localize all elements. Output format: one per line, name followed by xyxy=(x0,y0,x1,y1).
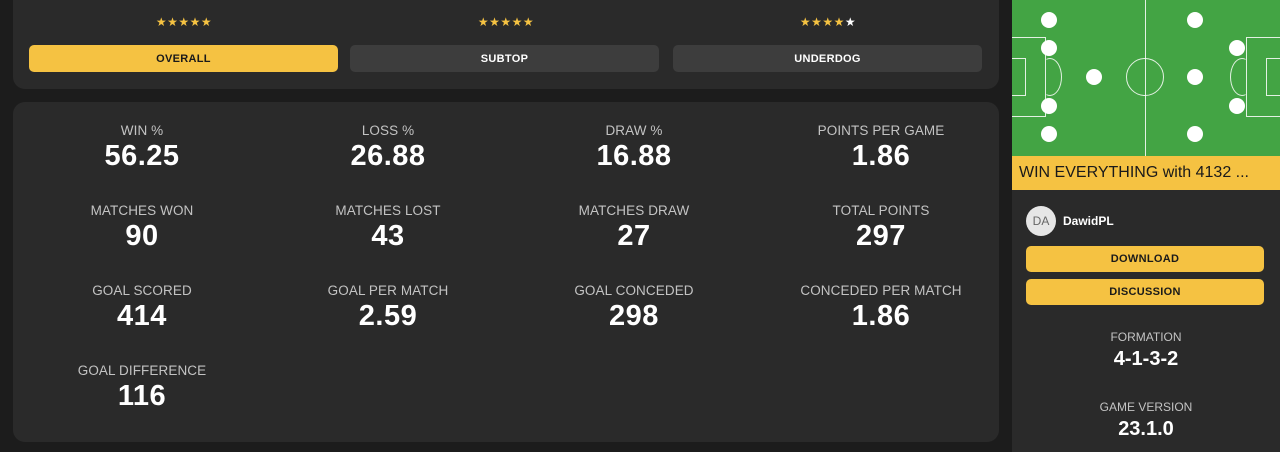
tactic-card: WIN EVERYTHING with 4132 ... DA DawidPL … xyxy=(1012,0,1280,452)
player-marker xyxy=(1086,69,1102,85)
stat-loss-pct: LOSS % 26.88 xyxy=(265,123,511,173)
underdog-rating-stars: ★★★★★ xyxy=(799,15,857,29)
player-marker xyxy=(1229,98,1245,114)
stat-label: MATCHES WON xyxy=(90,203,194,218)
player-marker xyxy=(1041,40,1057,56)
player-marker xyxy=(1041,12,1057,28)
stat-label: LOSS % xyxy=(361,123,415,138)
stat-label: CONCEDED PER MATCH xyxy=(800,283,962,298)
stat-matches-draw: MATCHES DRAW 27 xyxy=(511,203,757,253)
formation-pitch-image[interactable] xyxy=(1012,0,1280,156)
stat-total-points: TOTAL POINTS 297 xyxy=(758,203,1004,253)
stat-value: 56.25 xyxy=(104,140,180,172)
player-marker xyxy=(1041,126,1057,142)
stat-label: POINTS PER GAME xyxy=(817,123,945,138)
stat-label: GOAL CONCEDED xyxy=(574,283,694,298)
stat-label: MATCHES LOST xyxy=(335,203,441,218)
formation-label: FORMATION xyxy=(1110,330,1182,344)
stat-label: WIN % xyxy=(120,123,164,138)
tab-subtop[interactable]: SUBTOP xyxy=(350,45,659,72)
discussion-button[interactable]: DISCUSSION xyxy=(1026,279,1264,305)
tactic-title[interactable]: WIN EVERYTHING with 4132 ... xyxy=(1012,156,1280,190)
player-marker xyxy=(1187,126,1203,142)
tab-overall[interactable]: OVERALL xyxy=(29,45,338,72)
right-goal-box xyxy=(1266,58,1280,96)
avatar: DA xyxy=(1026,206,1056,236)
player-marker xyxy=(1229,40,1245,56)
author-row[interactable]: DA DawidPL xyxy=(1026,206,1114,236)
stat-label: DRAW % xyxy=(605,123,663,138)
stat-value: 27 xyxy=(617,220,651,252)
stat-value: 298 xyxy=(609,300,659,332)
stat-value: 90 xyxy=(125,220,159,252)
stat-label: GOAL PER MATCH xyxy=(327,283,449,298)
stat-value: 414 xyxy=(117,300,167,332)
stat-matches-won: MATCHES WON 90 xyxy=(19,203,265,253)
rating-tabs-card: ★★★★★ ★★★★★ ★★★★★ OVERALL SUBTOP UNDERDO… xyxy=(13,0,999,89)
stats-card: WIN % 56.25 LOSS % 26.88 DRAW % 16.88 POINT… xyxy=(13,102,999,442)
stat-draw-pct: DRAW % 16.88 xyxy=(511,123,757,173)
overall-rating-stars: ★★★★★ xyxy=(155,15,213,29)
tab-underdog[interactable]: UNDERDOG xyxy=(673,45,982,72)
stat-value: 2.59 xyxy=(358,300,418,332)
left-goal-box xyxy=(1012,58,1026,96)
formation-info: FORMATION 4-1-3-2 xyxy=(1012,330,1280,371)
stat-matches-lost: MATCHES LOST 43 xyxy=(265,203,511,253)
stat-goal-per-match: GOAL PER MATCH 2.59 xyxy=(265,283,511,333)
stat-value: 297 xyxy=(856,220,906,252)
stat-label: MATCHES DRAW xyxy=(578,203,690,218)
download-button[interactable]: DOWNLOAD xyxy=(1026,246,1264,272)
formation-value: 4-1-3-2 xyxy=(1113,348,1179,370)
stat-conceded-per-match: CONCEDED PER MATCH 1.86 xyxy=(758,283,1004,333)
player-marker xyxy=(1187,69,1203,85)
stat-win-pct: WIN % 56.25 xyxy=(19,123,265,173)
stat-goal-scored: GOAL SCORED 414 xyxy=(19,283,265,333)
stat-value: 26.88 xyxy=(350,140,426,172)
stat-value: 1.86 xyxy=(851,300,911,332)
stat-points-per-game: POINTS PER GAME 1.86 xyxy=(758,123,1004,173)
game-version-label: GAME VERSION xyxy=(1099,400,1193,414)
stat-value: 43 xyxy=(371,220,405,252)
center-circle xyxy=(1126,58,1164,96)
stat-label: GOAL DIFFERENCE xyxy=(77,363,207,378)
game-version-value: 23.1.0 xyxy=(1118,418,1174,440)
stat-label: TOTAL POINTS xyxy=(832,203,930,218)
player-marker xyxy=(1187,12,1203,28)
author-name[interactable]: DawidPL xyxy=(1063,214,1114,228)
stat-goal-conceded: GOAL CONCEDED 298 xyxy=(511,283,757,333)
player-marker xyxy=(1041,98,1057,114)
game-version-info: GAME VERSION 23.1.0 xyxy=(1012,400,1280,441)
stat-goal-difference: GOAL DIFFERENCE 116 xyxy=(19,363,265,413)
stat-value: 116 xyxy=(117,380,167,412)
stat-value: 16.88 xyxy=(596,140,672,172)
stat-label: GOAL SCORED xyxy=(92,283,192,298)
stat-value: 1.86 xyxy=(851,140,911,172)
subtop-rating-stars: ★★★★★ xyxy=(477,15,535,29)
